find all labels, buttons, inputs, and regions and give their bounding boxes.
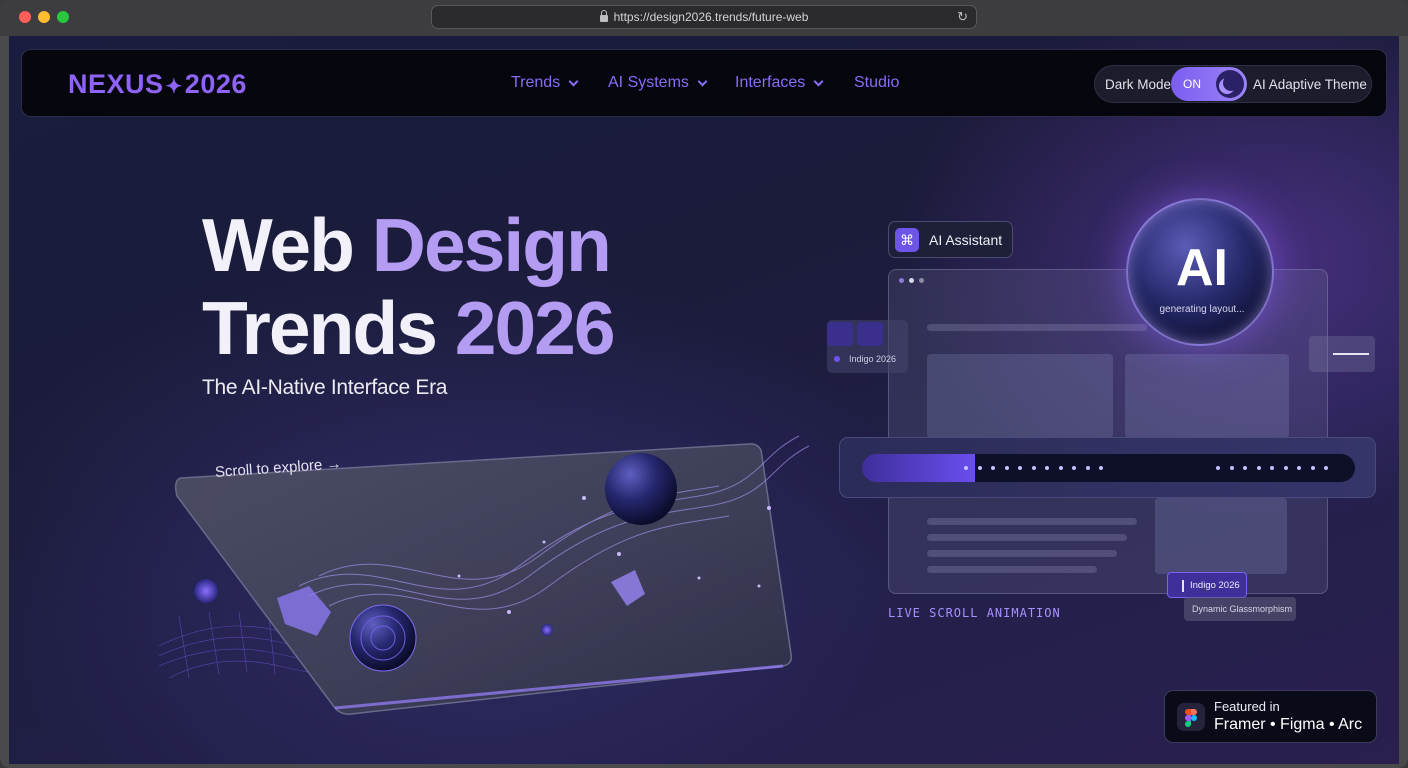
nav-item-label: AI Systems [608,74,689,91]
url-text: https://design2026.trends/future-web [613,10,809,24]
progress-dot [1243,466,1247,470]
progress-dot [1297,466,1301,470]
maximize-window-button[interactable] [57,11,69,23]
progress-dot [1045,466,1049,470]
floating-sphere-tiny [541,624,553,636]
hero-title-part: Trends [202,286,455,370]
switch-state-label: ON [1183,77,1201,91]
top-nav: NEXUS ✦2026 Trends AI Systems Interfaces … [21,49,1387,117]
hero-subtitle: The AI-Native Interface Era [202,376,448,399]
address-bar[interactable]: https://design2026.trends/future-web ↻ [431,5,977,29]
ui-mockup-window [888,269,1328,594]
hero-title-accent: Design [371,203,612,287]
minimize-window-button[interactable] [38,11,50,23]
nav-item-trends[interactable]: Trends [511,74,579,92]
nav-item-label: Interfaces [735,74,806,91]
progress-dot [1229,466,1234,470]
progress-dot [1018,466,1022,470]
ai-assistant-button[interactable]: ⌘ AI Assistant [888,221,1013,258]
mockup-placeholder-card [1155,498,1287,574]
swatch-block [857,322,883,346]
browser-window: https://design2026.trends/future-web ↻ N… [0,0,1408,768]
scroll-progress-panel [839,437,1376,498]
dark-mode-switch[interactable]: ON [1171,67,1247,101]
featured-prefix: Featured in [1214,699,1280,714]
progress-dot [1085,466,1090,470]
scroll-progress-fill [862,454,975,482]
slider-chip[interactable] [1309,336,1375,372]
command-icon: ⌘ [895,228,919,252]
progress-dot [1324,466,1328,470]
mockup-placeholder-line [927,518,1137,525]
progress-dot [991,466,995,470]
floating-sphere-small [194,579,218,603]
progress-dot [1004,466,1009,470]
chevron-down-icon [813,76,824,86]
logo-text-left: NEXUS [68,69,164,99]
floating-sphere-ring [349,604,417,672]
progress-dot [1099,466,1103,470]
glassmorphism-tag-label: Dynamic Glassmorphism [1192,604,1293,614]
theme-toggle-group: Dark Mode ON AI Adaptive Theme [1094,65,1372,103]
mockup-placeholder-line [927,566,1097,573]
hero-title-part: Web [202,203,372,287]
progress-dot [1031,466,1036,470]
brand-logo[interactable]: NEXUS ✦2026 [68,69,247,100]
lock-icon [599,10,608,22]
chevron-down-icon [697,76,708,86]
logo-text-right: 2026 [184,69,247,99]
swatch-label: Indigo 2026 [849,354,897,364]
progress-dot [1058,466,1063,470]
glassmorphism-tag[interactable]: Dynamic Glassmorphism [1184,597,1296,621]
featured-in-badge[interactable]: Featured in Framer • Figma • Arc [1164,690,1377,743]
progress-dot [977,466,982,470]
floating-sphere-large [605,453,677,525]
scroll-progress-bar[interactable] [862,454,1355,482]
nav-item-studio[interactable]: Studio [854,74,899,92]
ai-orb-status: generating layout... [1159,304,1245,315]
browser-toolbar: https://design2026.trends/future-web ↻ [0,0,1408,36]
mockup-placeholder-line [927,550,1117,557]
mockup-placeholder-line [927,534,1127,541]
live-scroll-label: LIVE SCROLL ANIMATION [888,606,1061,620]
mockup-placeholder-line [927,324,1147,331]
nav-item-interfaces[interactable]: Interfaces [735,74,824,92]
hero-title: Web Design Trends 2026 [202,203,616,370]
ai-adaptive-theme-label[interactable]: AI Adaptive Theme [1253,77,1367,92]
reload-icon[interactable]: ↻ [957,9,968,25]
switch-knob [1216,70,1244,98]
swatch-dot [834,356,840,362]
mockup-window-dots [899,278,924,283]
ai-orb[interactable]: AI generating layout... [1126,198,1274,346]
nav-item-ai-systems[interactable]: AI Systems [608,74,708,92]
progress-dot [964,466,968,470]
progress-dot [1072,466,1076,470]
progress-dot [1216,466,1220,470]
chevron-down-icon [568,76,579,86]
page-viewport: NEXUS ✦2026 Trends AI Systems Interfaces … [9,36,1399,764]
dark-mode-label: Dark Mode [1105,77,1172,92]
progress-dot [1283,466,1288,470]
ai-orb-label: AI [1176,239,1228,297]
nav-item-label: Trends [511,74,561,91]
swatch-block [827,322,853,346]
nav-item-label: Studio [854,74,900,91]
mockup-placeholder-card [1125,354,1289,438]
indigo-tag-label: Indigo 2026 [1190,580,1240,591]
hero-title-accent: 2026 [454,286,616,370]
moon-icon [1223,75,1239,91]
ai-assistant-label: AI Assistant [929,232,1003,248]
slider-line [1333,353,1369,355]
color-swatch-chip[interactable]: Indigo 2026 [827,320,908,373]
close-window-button[interactable] [19,11,31,23]
featured-list: Framer • Figma • Arc [1214,716,1363,733]
progress-dot [1310,466,1315,470]
indigo-tag[interactable]: Indigo 2026 [1167,572,1247,598]
logo-spark-icon: ✦ [165,76,183,98]
figma-icon [1177,703,1205,731]
progress-dot [1270,466,1274,470]
progress-dot [1256,466,1261,470]
mockup-placeholder-card [927,354,1113,438]
tag-cursor-line [1182,580,1184,592]
